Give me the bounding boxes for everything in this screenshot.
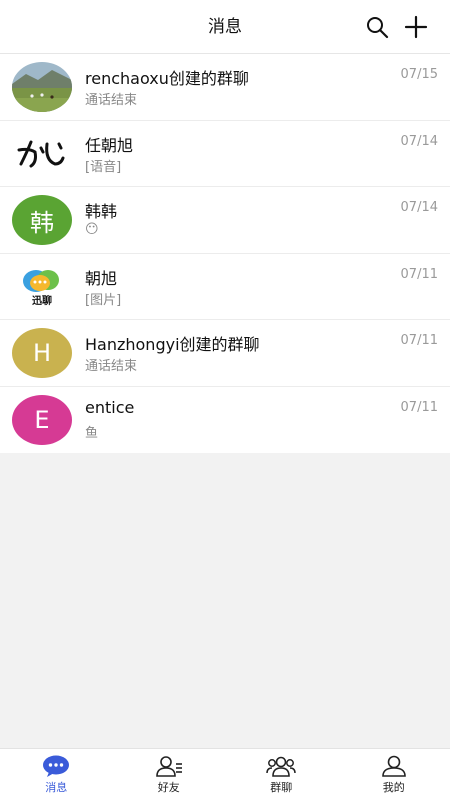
conversation-preview: [语音] — [85, 159, 122, 175]
top-bar: 消息 — [0, 0, 450, 54]
xunliao-logo-icon — [23, 269, 59, 292]
conversation-name: Hanzhongyi创建的群聊 — [85, 335, 260, 354]
search-icon — [367, 17, 389, 39]
conversation-name: 朝旭 — [85, 268, 118, 288]
profile-icon — [381, 755, 406, 777]
conversation-name: entice — [85, 397, 135, 417]
conversation-item[interactable]: H Hanzhongyi创建的群聊 通话结束 07/11 — [0, 320, 450, 387]
conversation-name: 韩韩 — [85, 202, 118, 221]
conversation-item[interactable]: 韩 韩韩 😶 07/14 — [0, 187, 450, 254]
avatar: 韩 — [12, 195, 72, 245]
conversation-item[interactable]: 任朝旭 [语音] 07/14 — [0, 120, 450, 187]
tab-profile[interactable]: 我的 — [338, 749, 450, 800]
conversation-preview: 鱼 — [85, 425, 99, 441]
avatar-landscape-photo — [12, 62, 72, 112]
conversation-time: 07/14 — [400, 200, 438, 215]
conversation-name: 任朝旭 — [85, 135, 134, 155]
tab-label: 好友 — [157, 780, 180, 794]
tab-groups[interactable]: 群聊 — [225, 749, 338, 800]
conversation-name: renchaoxu创建的群聊 — [85, 69, 249, 88]
conversation-item[interactable]: E entice 鱼 07/11 — [0, 386, 450, 453]
chat-bubble-icon — [43, 755, 70, 777]
search-button[interactable] — [363, 13, 391, 41]
conversation-preview: 通话结束 — [85, 93, 138, 108]
avatar-caption: 迅聊 — [32, 295, 52, 307]
conversation-time: 07/14 — [400, 133, 438, 149]
avatar-calligraphy-logo — [12, 128, 72, 179]
tab-label: 消息 — [45, 780, 68, 794]
calligraphy-logo-icon — [17, 140, 65, 167]
avatar: H — [12, 328, 72, 378]
tab-friends[interactable]: 好友 — [113, 749, 226, 800]
conversation-time: 07/11 — [400, 333, 438, 348]
group-icon — [266, 756, 296, 777]
conversation-list: renchaoxu创建的群聊 通话结束 07/15 任朝旭 [语音] 07/14… — [0, 54, 450, 453]
friends-icon — [155, 755, 182, 777]
tab-messages[interactable]: 消息 — [0, 749, 113, 800]
landscape-photo-icon — [12, 62, 72, 112]
conversation-item[interactable]: 迅聊 朝旭 [图片] 07/11 — [0, 253, 450, 320]
avatar: E — [12, 394, 72, 445]
plus-icon — [404, 15, 428, 39]
bottom-tab-bar: 消息 好友 群聊 我的 — [0, 748, 450, 800]
conversation-preview: 通话结束 — [85, 359, 138, 374]
conversation-time: 07/11 — [400, 399, 438, 415]
add-button[interactable] — [402, 13, 430, 41]
tab-label: 我的 — [382, 780, 405, 794]
tab-label: 群聊 — [270, 780, 293, 794]
avatar-xunliao-logo: 迅聊 — [12, 261, 72, 312]
conversation-time: 07/11 — [400, 266, 438, 282]
conversation-preview: [图片] — [85, 292, 122, 308]
conversation-preview: 😶 — [85, 222, 99, 237]
conversation-item[interactable]: renchaoxu创建的群聊 通话结束 07/15 — [0, 54, 450, 121]
conversation-time: 07/15 — [400, 67, 438, 82]
